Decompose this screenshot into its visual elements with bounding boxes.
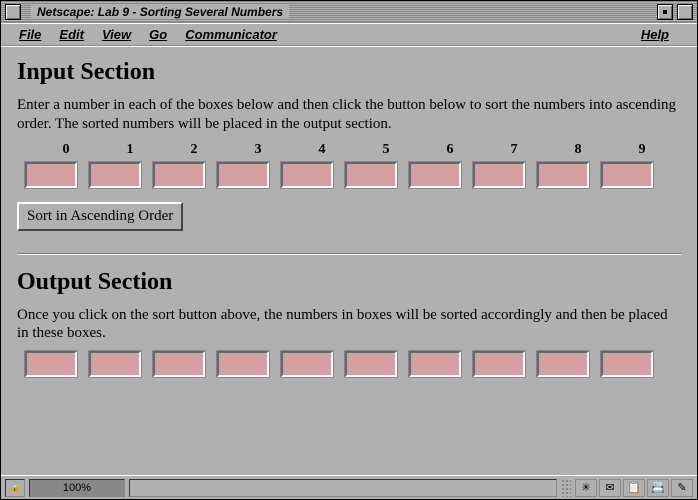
input-boxes-row <box>17 162 681 188</box>
input-box-4[interactable] <box>281 162 333 188</box>
window-menu-button[interactable] <box>5 4 21 20</box>
input-label: 4 <box>297 142 347 158</box>
output-box-8 <box>537 351 589 377</box>
input-box-3[interactable] <box>217 162 269 188</box>
menu-communicator[interactable]: Communicator <box>185 27 277 42</box>
input-label: 7 <box>489 142 539 158</box>
output-box-7 <box>473 351 525 377</box>
output-boxes-row <box>17 351 681 377</box>
input-label: 1 <box>105 142 155 158</box>
titlebar: Netscape: Lab 9 - Sorting Several Number… <box>1 1 697 23</box>
input-box-5[interactable] <box>345 162 397 188</box>
input-label: 6 <box>425 142 475 158</box>
composer-icon[interactable]: ✎ <box>671 479 693 497</box>
output-box-9 <box>601 351 653 377</box>
newsgroups-icon[interactable]: 📋 <box>623 479 645 497</box>
maximize-button[interactable] <box>677 4 693 20</box>
menu-view[interactable]: View <box>102 27 131 42</box>
input-box-6[interactable] <box>409 162 461 188</box>
input-box-1[interactable] <box>89 162 141 188</box>
section-divider <box>17 253 681 255</box>
output-box-5 <box>345 351 397 377</box>
input-label: 8 <box>553 142 603 158</box>
input-box-7[interactable] <box>473 162 525 188</box>
output-box-3 <box>217 351 269 377</box>
input-section-heading: Input Section <box>17 59 681 86</box>
window-title: Netscape: Lab 9 - Sorting Several Number… <box>31 5 289 19</box>
security-icon[interactable]: 🔓 <box>5 479 25 497</box>
output-box-1 <box>89 351 141 377</box>
input-section-desc: Enter a number in each of the boxes belo… <box>17 96 681 134</box>
addressbook-icon[interactable]: 📇 <box>647 479 669 497</box>
statusbar: 🔓 100% ✳ ✉ 📋 📇 ✎ <box>1 475 697 499</box>
grip-icon <box>561 479 571 497</box>
output-box-2 <box>153 351 205 377</box>
menu-file[interactable]: File <box>19 27 41 42</box>
input-label: 3 <box>233 142 283 158</box>
page-content: Input Section Enter a number in each of … <box>1 46 697 475</box>
output-box-0 <box>25 351 77 377</box>
menubar: File Edit View Go Communicator Help <box>1 23 697 46</box>
output-section-heading: Output Section <box>17 269 681 296</box>
status-message <box>129 479 557 497</box>
output-box-6 <box>409 351 461 377</box>
input-box-9[interactable] <box>601 162 653 188</box>
input-box-0[interactable] <box>25 162 77 188</box>
menu-go[interactable]: Go <box>149 27 167 42</box>
sort-button[interactable]: Sort in Ascending Order <box>17 202 183 231</box>
input-label: 9 <box>617 142 667 158</box>
inbox-icon[interactable]: ✉ <box>599 479 621 497</box>
minimize-button[interactable] <box>657 4 673 20</box>
progress-indicator: 100% <box>29 479 125 497</box>
input-label: 0 <box>41 142 91 158</box>
navigator-icon[interactable]: ✳ <box>575 479 597 497</box>
input-box-2[interactable] <box>153 162 205 188</box>
input-labels-row: 0 1 2 3 4 5 6 7 8 9 <box>17 142 681 158</box>
menu-edit[interactable]: Edit <box>59 27 84 42</box>
input-label: 2 <box>169 142 219 158</box>
input-label: 5 <box>361 142 411 158</box>
app-window: Netscape: Lab 9 - Sorting Several Number… <box>0 0 698 500</box>
output-box-4 <box>281 351 333 377</box>
input-box-8[interactable] <box>537 162 589 188</box>
menu-help[interactable]: Help <box>641 27 669 42</box>
output-section-desc: Once you click on the sort button above,… <box>17 306 681 344</box>
